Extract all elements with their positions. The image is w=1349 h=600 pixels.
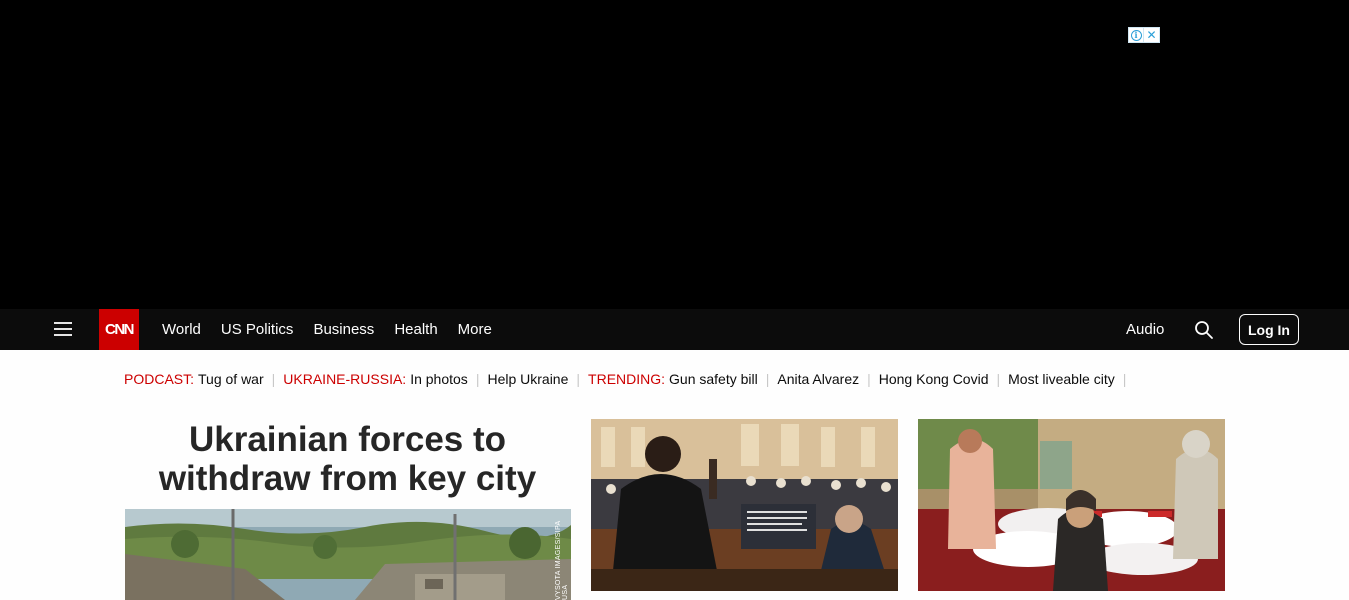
- subnav-link-gun-safety-bill[interactable]: Gun safety bill: [669, 371, 758, 387]
- nav-link-health[interactable]: Health: [384, 321, 447, 338]
- subnav-link-help-ukraine[interactable]: Help Ukraine: [487, 371, 568, 387]
- separator: |: [996, 371, 1001, 387]
- subnav-link-hong-kong-covid[interactable]: Hong Kong Covid: [879, 371, 989, 387]
- nav-link-us-politics[interactable]: US Politics: [211, 321, 304, 338]
- separator: |: [271, 371, 276, 387]
- audio-link[interactable]: Audio: [1126, 309, 1164, 350]
- nav-link-more[interactable]: More: [448, 321, 502, 338]
- ad-banner[interactable]: i ✕: [0, 0, 1349, 309]
- ukraine-russia-tag[interactable]: UKRAINE-RUSSIA:: [283, 371, 406, 387]
- search-icon[interactable]: [1194, 320, 1214, 340]
- ad-choices[interactable]: i ✕: [1128, 27, 1160, 43]
- hearing-story-photo[interactable]: [591, 419, 898, 591]
- trending-tag[interactable]: TRENDING:: [588, 371, 665, 387]
- separator: |: [576, 371, 581, 387]
- lead-story-photo[interactable]: VYSOTA IMAGES/SIPA USA: [125, 509, 571, 600]
- subnav-link-in-photos[interactable]: In photos: [410, 371, 468, 387]
- close-glyph: ✕: [1146, 28, 1157, 42]
- separator: |: [1122, 371, 1127, 387]
- separator: |: [867, 371, 871, 387]
- info-icon[interactable]: i: [1128, 27, 1144, 43]
- lead-headline[interactable]: Ukrainian forces to withdraw from key ci…: [124, 420, 571, 498]
- nav-link-business[interactable]: Business: [303, 321, 384, 338]
- cnn-logo[interactable]: CNN: [99, 309, 139, 350]
- afghanistan-story-photo[interactable]: [918, 419, 1225, 591]
- subnav-link-anita-alvarez[interactable]: Anita Alvarez: [777, 371, 859, 387]
- info-glyph: i: [1130, 29, 1142, 41]
- subnav-link-tug-of-war[interactable]: Tug of war: [198, 371, 264, 387]
- photo-credit: VYSOTA IMAGES/SIPA USA: [555, 520, 569, 600]
- nav-link-world[interactable]: World: [152, 321, 211, 338]
- separator: |: [765, 371, 770, 387]
- menu-icon[interactable]: [54, 321, 72, 337]
- close-icon[interactable]: ✕: [1144, 27, 1160, 43]
- separator: |: [475, 371, 480, 387]
- primary-nav: World US Politics Business Health More: [152, 309, 502, 350]
- subnav-link-most-liveable-city[interactable]: Most liveable city: [1008, 371, 1115, 387]
- breaking-subnav: PODCAST: Tug of war | UKRAINE-RUSSIA: In…: [124, 370, 1134, 388]
- podcast-tag[interactable]: PODCAST:: [124, 371, 194, 387]
- login-button[interactable]: Log In: [1239, 314, 1299, 345]
